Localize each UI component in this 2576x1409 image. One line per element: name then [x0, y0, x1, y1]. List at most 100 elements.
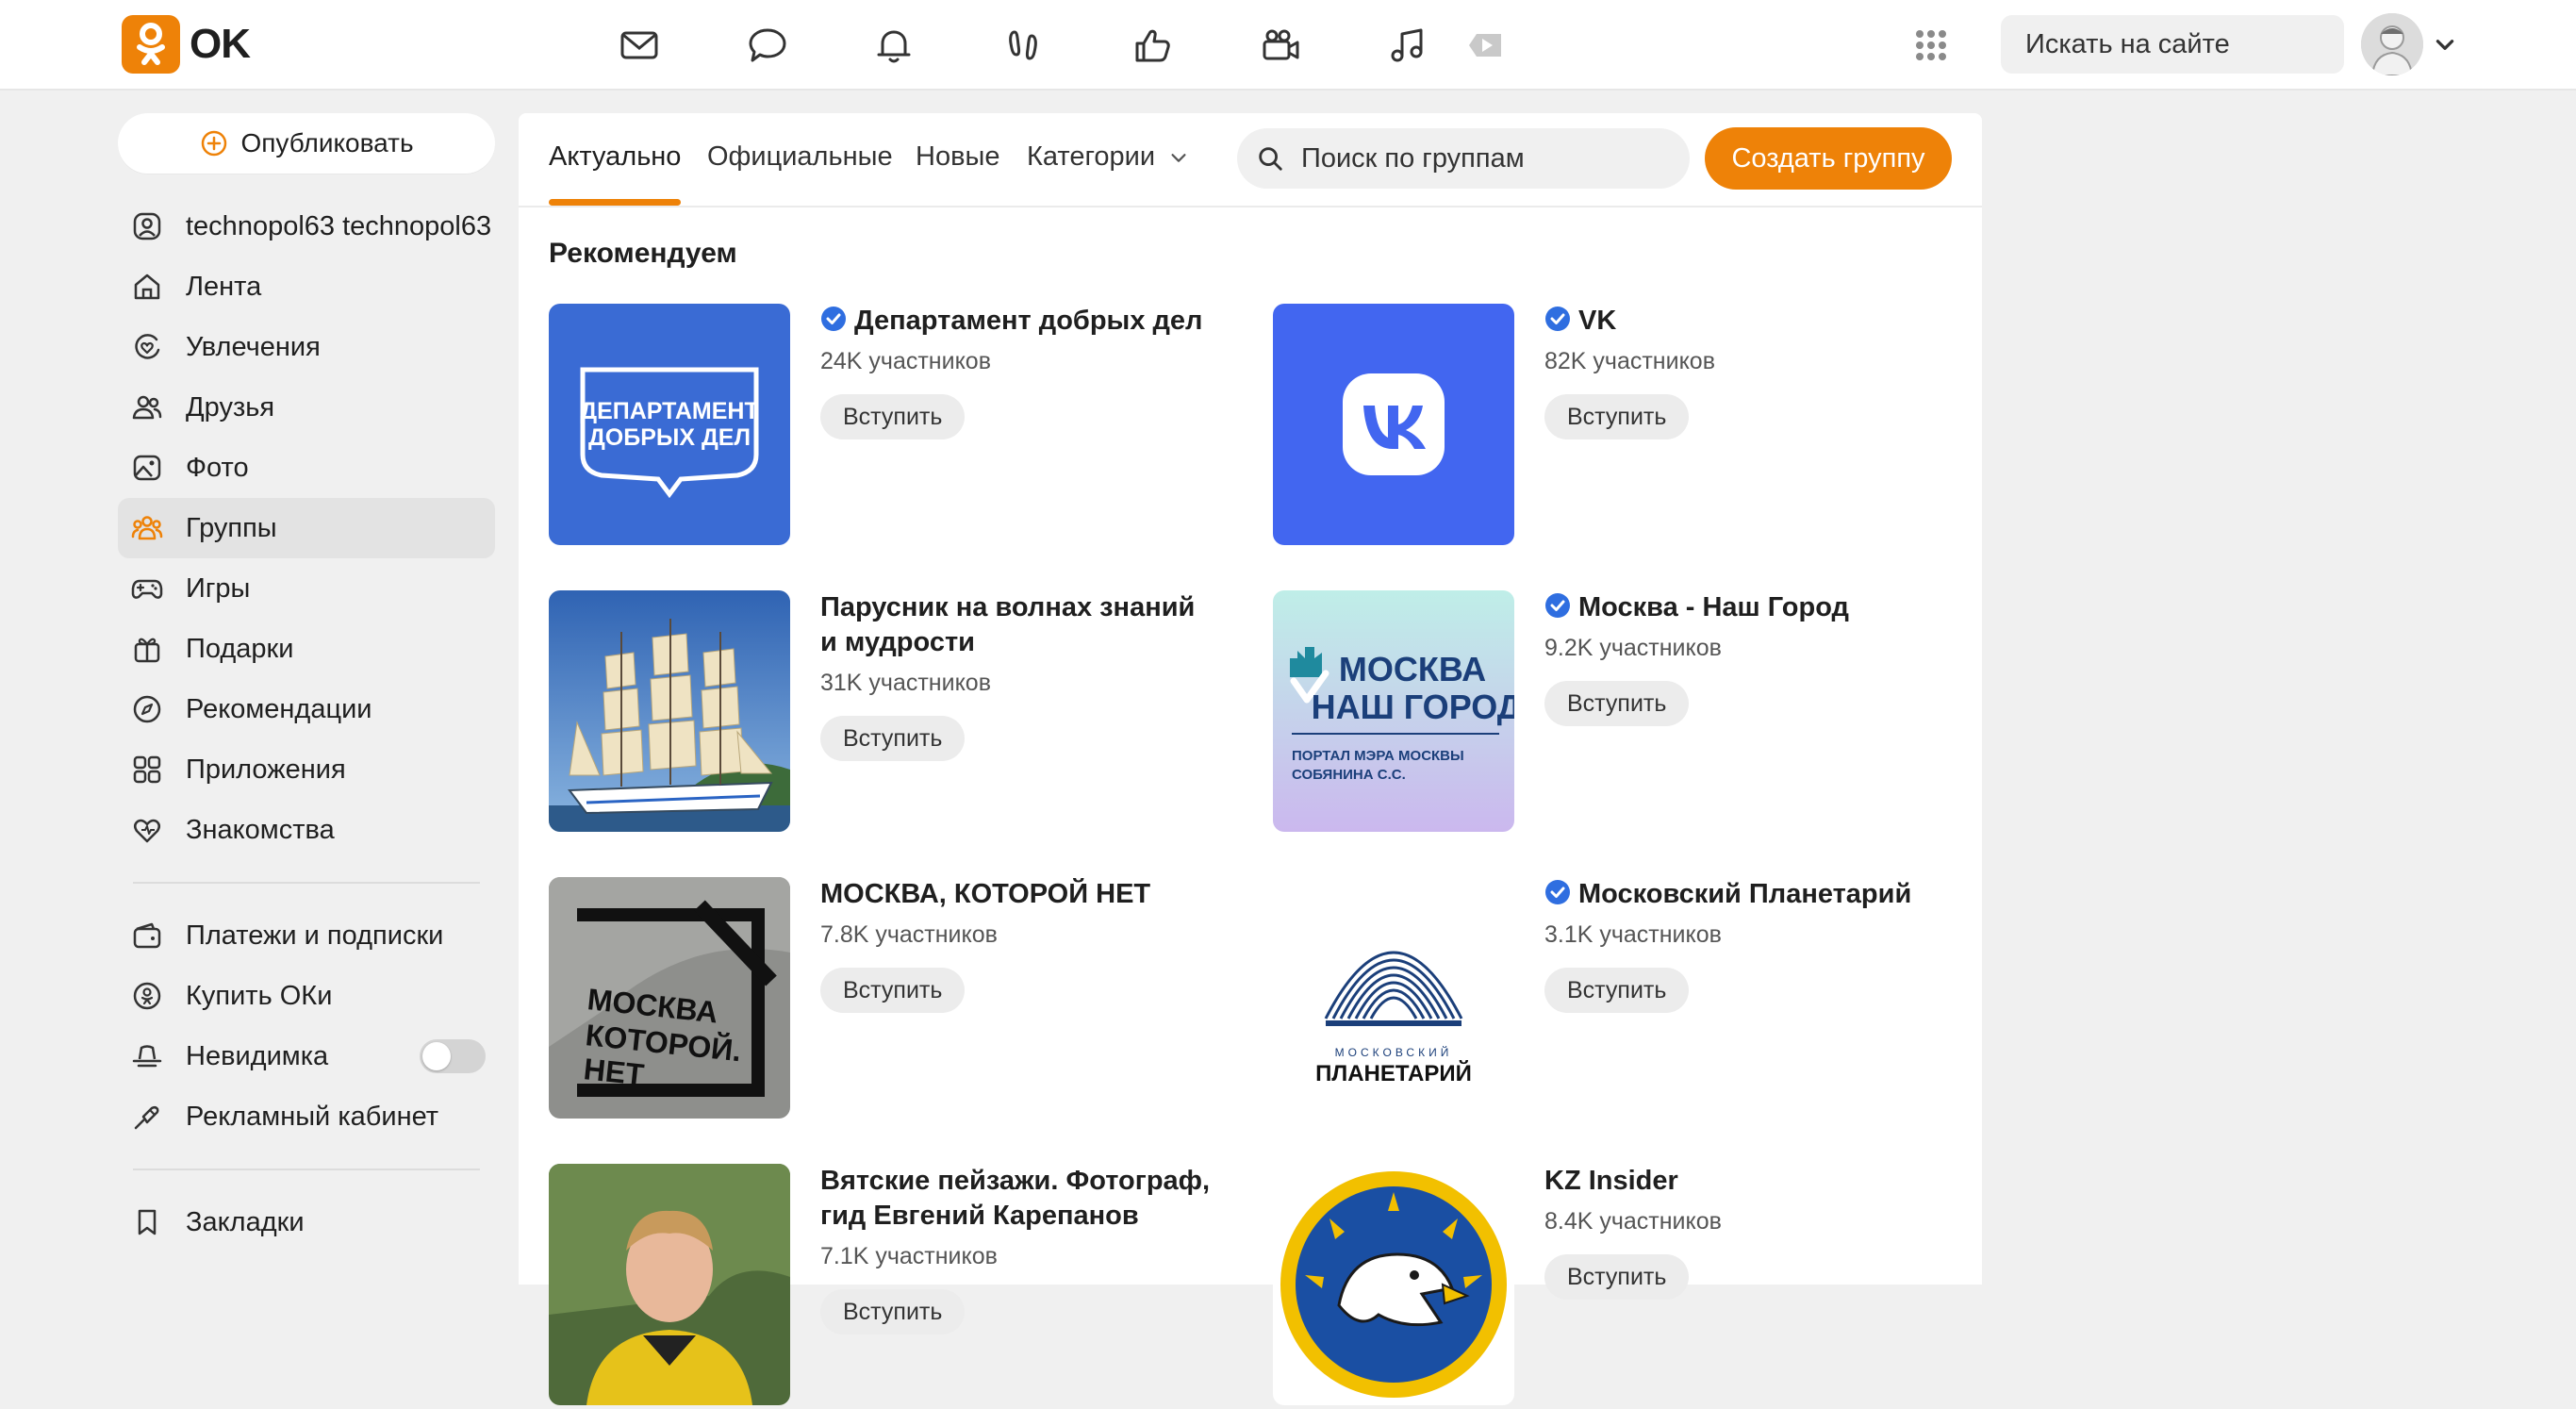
sidebar-item-photo[interactable]: Фото: [118, 438, 495, 498]
music-icon[interactable]: [1379, 17, 1435, 74]
group-members: 82K участников: [1544, 348, 1715, 374]
group-avatar[interactable]: МОСКОВСКИЙ ПЛАНЕТАРИЙ: [1273, 877, 1514, 1119]
svg-text:НЕТ: НЕТ: [582, 1052, 646, 1092]
sidebar-item-recommendations[interactable]: Рекомендации: [118, 679, 495, 739]
group-avatar[interactable]: [549, 1164, 790, 1405]
group-title[interactable]: Парусник на волнах знаний и мудрости: [820, 590, 1216, 660]
group-avatar[interactable]: МОСКВА НАШ ГОРОД ПОРТАЛ МЭРА МОСКВЫ СОБЯ…: [1273, 590, 1514, 832]
join-button[interactable]: Вступить: [820, 716, 966, 761]
sidebar-item-profile[interactable]: technopol63 technopol63: [118, 196, 495, 257]
group-title[interactable]: VK: [1544, 304, 1940, 339]
user-menu[interactable]: [2361, 13, 2457, 75]
group-members: 7.1K участников: [820, 1243, 998, 1269]
publish-button[interactable]: Опубликовать: [118, 113, 495, 174]
sidebar-item-label: Рекомендации: [186, 693, 372, 724]
ok-logo[interactable]: OK: [122, 15, 251, 74]
sidebar-item-payments[interactable]: Платежи и подписки: [118, 905, 495, 966]
groups-panel: Актуально Официальные Новые Категории Со…: [519, 113, 1982, 1405]
sidebar-item-hobbies[interactable]: Увлечения: [118, 317, 495, 377]
apps-grid-icon[interactable]: [1903, 17, 1959, 74]
group-members: 3.1K участников: [1544, 921, 1722, 948]
mail-icon[interactable]: [611, 17, 668, 74]
svg-text:НАШ ГОРОД: НАШ ГОРОД: [1312, 688, 1514, 726]
sidebar-item-friends[interactable]: Друзья: [118, 377, 495, 438]
svg-text:ДЕПАРТАМЕНТ: ДЕПАРТАМЕНТ: [580, 398, 758, 424]
group-title[interactable]: Москва - Наш Город: [1544, 590, 1940, 625]
sidebar-item-label: Группы: [186, 512, 277, 543]
group-card[interactable]: KZ Insider 8.4K участников Вступить: [1273, 1164, 1952, 1409]
search-icon: [1259, 147, 1282, 171]
ok-logo-icon: [122, 15, 180, 74]
group-avatar[interactable]: [1273, 1164, 1514, 1405]
sidebar-item-label: Знакомства: [186, 814, 335, 845]
likes-icon[interactable]: [1124, 17, 1181, 74]
group-title[interactable]: Департамент добрых дел: [820, 304, 1216, 339]
group-members: 9.2K участников: [1544, 635, 1722, 661]
svg-text:ДОБРЫХ ДЕЛ: ДОБРЫХ ДЕЛ: [588, 424, 751, 451]
group-card[interactable]: ДЕПАРТАМЕНТ ДОБРЫХ ДЕЛ Департамент добры…: [549, 304, 1228, 549]
svg-text:МОСКОВСКИЙ: МОСКОВСКИЙ: [1335, 1045, 1453, 1059]
group-search-input[interactable]: [1299, 141, 1690, 175]
chevron-down-icon[interactable]: [2433, 32, 2457, 57]
tabs-bar: Актуально Официальные Новые Категории Со…: [519, 113, 1982, 207]
sidebar-item-label: Друзья: [186, 391, 275, 423]
groups-icon: [131, 516, 163, 540]
invisible-toggle[interactable]: [420, 1039, 486, 1073]
group-title[interactable]: KZ Insider: [1544, 1164, 1940, 1199]
sidebar-item-label: Платежи и подписки: [186, 920, 444, 951]
group-card[interactable]: МОСКОВСКИЙ ПЛАНЕТАРИЙ Московский Планета…: [1273, 877, 1952, 1122]
group-title[interactable]: МОСКВА, КОТОРОЙ НЕТ: [820, 877, 1216, 912]
tab-categories[interactable]: Категории: [1027, 141, 1189, 206]
sidebar-item-ads[interactable]: Рекламный кабинет: [118, 1086, 495, 1147]
sidebar-item-label: Купить ОКи: [186, 980, 333, 1011]
tab-official[interactable]: Официальные: [707, 141, 893, 206]
sidebar-item-invisible[interactable]: Невидимка: [118, 1026, 495, 1086]
group-title[interactable]: Вятские пейзажи. Фотограф, гид Евгений К…: [820, 1164, 1216, 1234]
bell-icon[interactable]: [866, 17, 922, 74]
group-card[interactable]: Парусник на волнах знаний и мудрости 31K…: [549, 590, 1228, 836]
group-card[interactable]: VK 82K участников Вступить: [1273, 304, 1952, 549]
guests-icon[interactable]: [996, 17, 1052, 74]
tab-new[interactable]: Новые: [916, 141, 999, 206]
sidebar-item-feed[interactable]: Лента: [118, 257, 495, 317]
sidebar-item-games[interactable]: Игры: [118, 558, 495, 619]
sidebar-item-label: Невидимка: [186, 1040, 329, 1071]
sidebar-item-apps[interactable]: Приложения: [118, 739, 495, 800]
join-button[interactable]: Вступить: [820, 394, 966, 439]
avatar[interactable]: [2361, 13, 2423, 75]
join-button[interactable]: Вступить: [1544, 968, 1690, 1013]
tab-actual[interactable]: Актуально: [549, 141, 682, 206]
sidebar-item-gifts[interactable]: Подарки: [118, 619, 495, 679]
site-search-input[interactable]: [2023, 27, 2383, 61]
group-card[interactable]: МОСКВА НАШ ГОРОД ПОРТАЛ МЭРА МОСКВЫ СОБЯ…: [1273, 590, 1952, 836]
top-bar: OK: [0, 0, 2576, 91]
create-group-button[interactable]: Создать группу: [1705, 127, 1952, 190]
join-button[interactable]: Вступить: [820, 1289, 966, 1334]
sidebar-item-label: Игры: [186, 572, 251, 604]
sidebar-item-bookmarks[interactable]: Закладки: [118, 1192, 495, 1252]
group-avatar[interactable]: ДЕПАРТАМЕНТ ДОБРЫХ ДЕЛ: [549, 304, 790, 545]
sidebar-item-label: Закладки: [186, 1206, 305, 1237]
sidebar-item-groups[interactable]: Группы: [118, 498, 495, 558]
join-button[interactable]: Вступить: [1544, 1254, 1690, 1300]
profile-icon: [133, 212, 161, 240]
group-avatar[interactable]: [1273, 304, 1514, 545]
video-icon[interactable]: [1252, 17, 1309, 74]
verified-icon: [1545, 307, 1570, 331]
site-search-box: [2001, 15, 2383, 74]
join-button[interactable]: Вступить: [820, 968, 966, 1013]
video-play-icon[interactable]: [1458, 17, 1514, 74]
compass-icon: [133, 695, 161, 723]
group-card[interactable]: МОСКВА КОТОРОЙ. НЕТ МОСКВА, КОТОРОЙ НЕТ …: [549, 877, 1228, 1122]
sidebar-item-label: Увлечения: [186, 331, 321, 362]
chat-icon[interactable]: [739, 17, 796, 74]
sidebar-item-dating[interactable]: Знакомства: [118, 800, 495, 860]
group-card[interactable]: Вятские пейзажи. Фотограф, гид Евгений К…: [549, 1164, 1228, 1409]
join-button[interactable]: Вступить: [1544, 394, 1690, 439]
home-icon: [134, 274, 160, 300]
group-avatar[interactable]: [549, 590, 790, 832]
sidebar-item-buy-oks[interactable]: Купить ОКи: [118, 966, 495, 1026]
join-button[interactable]: Вступить: [1544, 681, 1690, 726]
group-title[interactable]: Московский Планетарий: [1544, 877, 1940, 912]
group-avatar[interactable]: МОСКВА КОТОРОЙ. НЕТ: [549, 877, 790, 1119]
